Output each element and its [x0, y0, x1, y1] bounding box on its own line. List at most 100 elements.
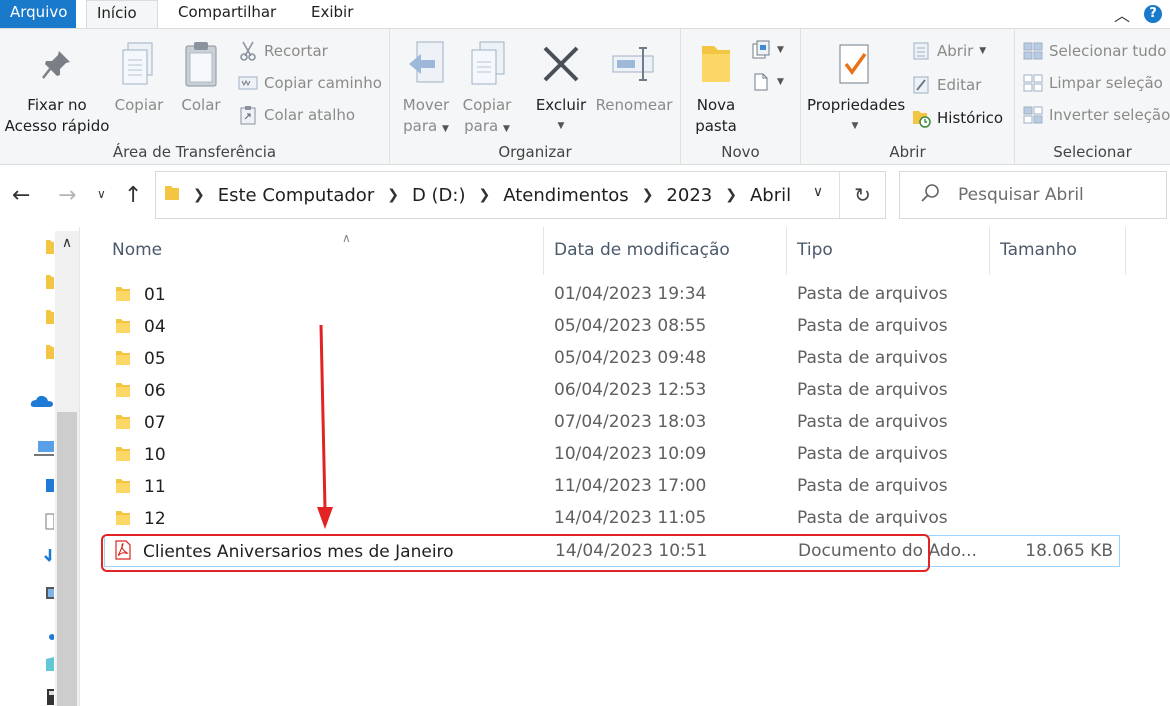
paste-shortcut-icon — [238, 105, 258, 125]
cut-button[interactable]: Recortar — [238, 40, 328, 62]
open-button[interactable]: Abrir ▼ — [911, 40, 986, 62]
file-name-cell: 01 — [114, 279, 166, 311]
file-date: 10/04/2023 10:09 — [554, 444, 707, 464]
pin-quick-access-button[interactable]: Fixar no Acesso rápido — [4, 37, 110, 137]
ribbon: Fixar no Acesso rápido Copiar Colar Reco… — [0, 28, 1170, 165]
column-type-label: Tipo — [797, 240, 833, 260]
documents-icon[interactable] — [38, 512, 54, 530]
copy-button[interactable]: Copiar — [112, 37, 166, 116]
copy-path-label: Copiar caminho — [264, 74, 382, 92]
column-header-type[interactable]: Tipo — [787, 227, 990, 275]
breadcrumb: ❯ Este Computador ❯ D (D:) ❯ Atendimento… — [156, 172, 791, 218]
red-highlight-box — [101, 534, 930, 572]
properties-label: Propriedades — [807, 96, 906, 114]
file-row[interactable]: 11 11/04/2023 17:00 Pasta de arquivos — [104, 471, 1120, 503]
rename-button[interactable]: Renomear — [592, 37, 676, 116]
select-all-button[interactable]: Selecionar tudo — [1023, 40, 1166, 62]
paste-shortcut-label: Colar atalho — [264, 106, 356, 124]
delete-x-icon — [532, 37, 590, 91]
onedrive-cloud-icon[interactable] — [30, 393, 54, 411]
file-row[interactable]: 10 10/04/2023 10:09 Pasta de arquivos — [104, 439, 1120, 471]
collapse-ribbon-icon[interactable]: ︿ — [1114, 2, 1130, 26]
chevron-right-icon[interactable]: ❯ — [193, 187, 205, 203]
tab-share[interactable]: Compartilhar — [168, 0, 286, 28]
address-bar[interactable]: ❯ Este Computador ❯ D (D:) ❯ Atendimento… — [155, 171, 886, 219]
3d-objects-icon[interactable] — [38, 655, 54, 673]
folder-icon[interactable] — [38, 273, 54, 291]
folder-icon[interactable] — [38, 308, 54, 326]
new-folder-label-1: Nova — [696, 96, 736, 114]
file-row[interactable]: 06 06/04/2023 12:53 Pasta de arquivos — [104, 375, 1120, 407]
search-input[interactable] — [958, 185, 1158, 205]
recent-locations-chevron-icon[interactable]: ∨ — [97, 187, 106, 201]
properties-button[interactable]: Propriedades ▼ — [807, 37, 906, 137]
videos-icon[interactable] — [38, 687, 54, 705]
invert-selection-button[interactable]: Inverter seleção — [1023, 104, 1170, 126]
address-history-chevron-icon[interactable]: ∨ — [806, 184, 830, 200]
group-label-organize: Organizar — [498, 143, 572, 161]
folder-icon — [164, 184, 180, 207]
select-none-button[interactable]: Limpar seleção — [1023, 72, 1163, 94]
music-icon[interactable] — [38, 627, 54, 645]
group-label-select: Selecionar — [1053, 143, 1132, 161]
folder-icon[interactable] — [38, 238, 54, 256]
chevron-right-icon[interactable]: ❯ — [479, 187, 491, 203]
column-header-size[interactable]: Tamanho — [990, 227, 1126, 275]
clipboard-icon — [172, 37, 230, 91]
new-item-button[interactable]: ▼ — [751, 39, 784, 61]
chevron-right-icon[interactable]: ❯ — [642, 187, 654, 203]
tab-home[interactable]: Início — [86, 0, 158, 29]
breadcrumb-drive-d[interactable]: D (D:) — [412, 185, 466, 206]
file-row[interactable]: 05 05/04/2023 09:48 Pasta de arquivos — [104, 343, 1120, 375]
breadcrumb-abril[interactable]: Abril — [750, 185, 791, 206]
forward-arrow-icon[interactable]: → — [58, 183, 76, 208]
chevron-down-icon: ▼ — [777, 45, 784, 55]
file-name: 11 — [144, 477, 166, 497]
edit-button[interactable]: Editar — [911, 74, 981, 96]
chevron-right-icon[interactable]: ❯ — [387, 187, 399, 203]
breadcrumb-atendimentos[interactable]: Atendimentos — [503, 185, 628, 206]
refresh-icon[interactable]: ↻ — [839, 172, 885, 218]
paste-button[interactable]: Colar — [172, 37, 230, 116]
file-row[interactable]: 12 14/04/2023 11:05 Pasta de arquivos — [104, 503, 1120, 535]
file-row[interactable]: 07 07/04/2023 18:03 Pasta de arquivos — [104, 407, 1120, 439]
folder-icon — [114, 284, 132, 307]
tab-file[interactable]: Arquivo — [0, 0, 76, 28]
file-name: 06 — [144, 381, 166, 401]
file-type: Pasta de arquivos — [797, 380, 948, 400]
copy-to-button[interactable]: Copiar para ▼ — [460, 37, 514, 140]
select-none-label: Limpar seleção — [1049, 74, 1163, 92]
group-label-open: Abrir — [889, 143, 926, 161]
folder-icon[interactable] — [38, 343, 54, 361]
file-row[interactable]: 01 01/04/2023 19:34 Pasta de arquivos — [104, 279, 1120, 311]
up-arrow-icon[interactable]: ↑ — [124, 183, 142, 208]
scroll-up-chevron-icon[interactable]: ∧ — [55, 231, 79, 255]
column-header-name[interactable]: Nome ∧ — [104, 227, 544, 275]
pictures-icon[interactable] — [38, 584, 54, 602]
breadcrumb-this-pc[interactable]: Este Computador — [218, 185, 374, 206]
search-box[interactable] — [899, 171, 1167, 219]
help-icon[interactable]: ? — [1144, 5, 1162, 23]
easy-access-button[interactable]: ▼ — [751, 71, 784, 93]
tab-view[interactable]: Exibir — [301, 0, 363, 28]
chevron-down-icon: ▼ — [441, 124, 449, 134]
pin-icon — [4, 37, 110, 91]
column-header-date[interactable]: Data de modificação — [544, 227, 787, 275]
this-pc-icon[interactable] — [34, 439, 54, 457]
new-folder-button[interactable]: Nova pasta — [691, 37, 741, 137]
scrollbar-thumb[interactable] — [57, 412, 77, 706]
delete-button[interactable]: Excluir ▼ — [532, 37, 590, 137]
downloads-icon[interactable] — [38, 548, 54, 566]
folder-icon — [114, 444, 132, 467]
desktop-icon[interactable] — [38, 476, 54, 494]
rename-label: Renomear — [595, 96, 673, 114]
move-to-button[interactable]: Mover para ▼ — [398, 37, 454, 140]
history-button[interactable]: Histórico — [911, 107, 1003, 129]
invert-selection-icon — [1023, 105, 1043, 125]
breadcrumb-2023[interactable]: 2023 — [666, 185, 712, 206]
paste-shortcut-button[interactable]: Colar atalho — [238, 104, 355, 126]
back-arrow-icon[interactable]: ← — [12, 183, 30, 208]
chevron-right-icon[interactable]: ❯ — [725, 187, 737, 203]
file-row[interactable]: 04 05/04/2023 08:55 Pasta de arquivos — [104, 311, 1120, 343]
copy-path-button[interactable]: Copiar caminho — [238, 72, 382, 94]
